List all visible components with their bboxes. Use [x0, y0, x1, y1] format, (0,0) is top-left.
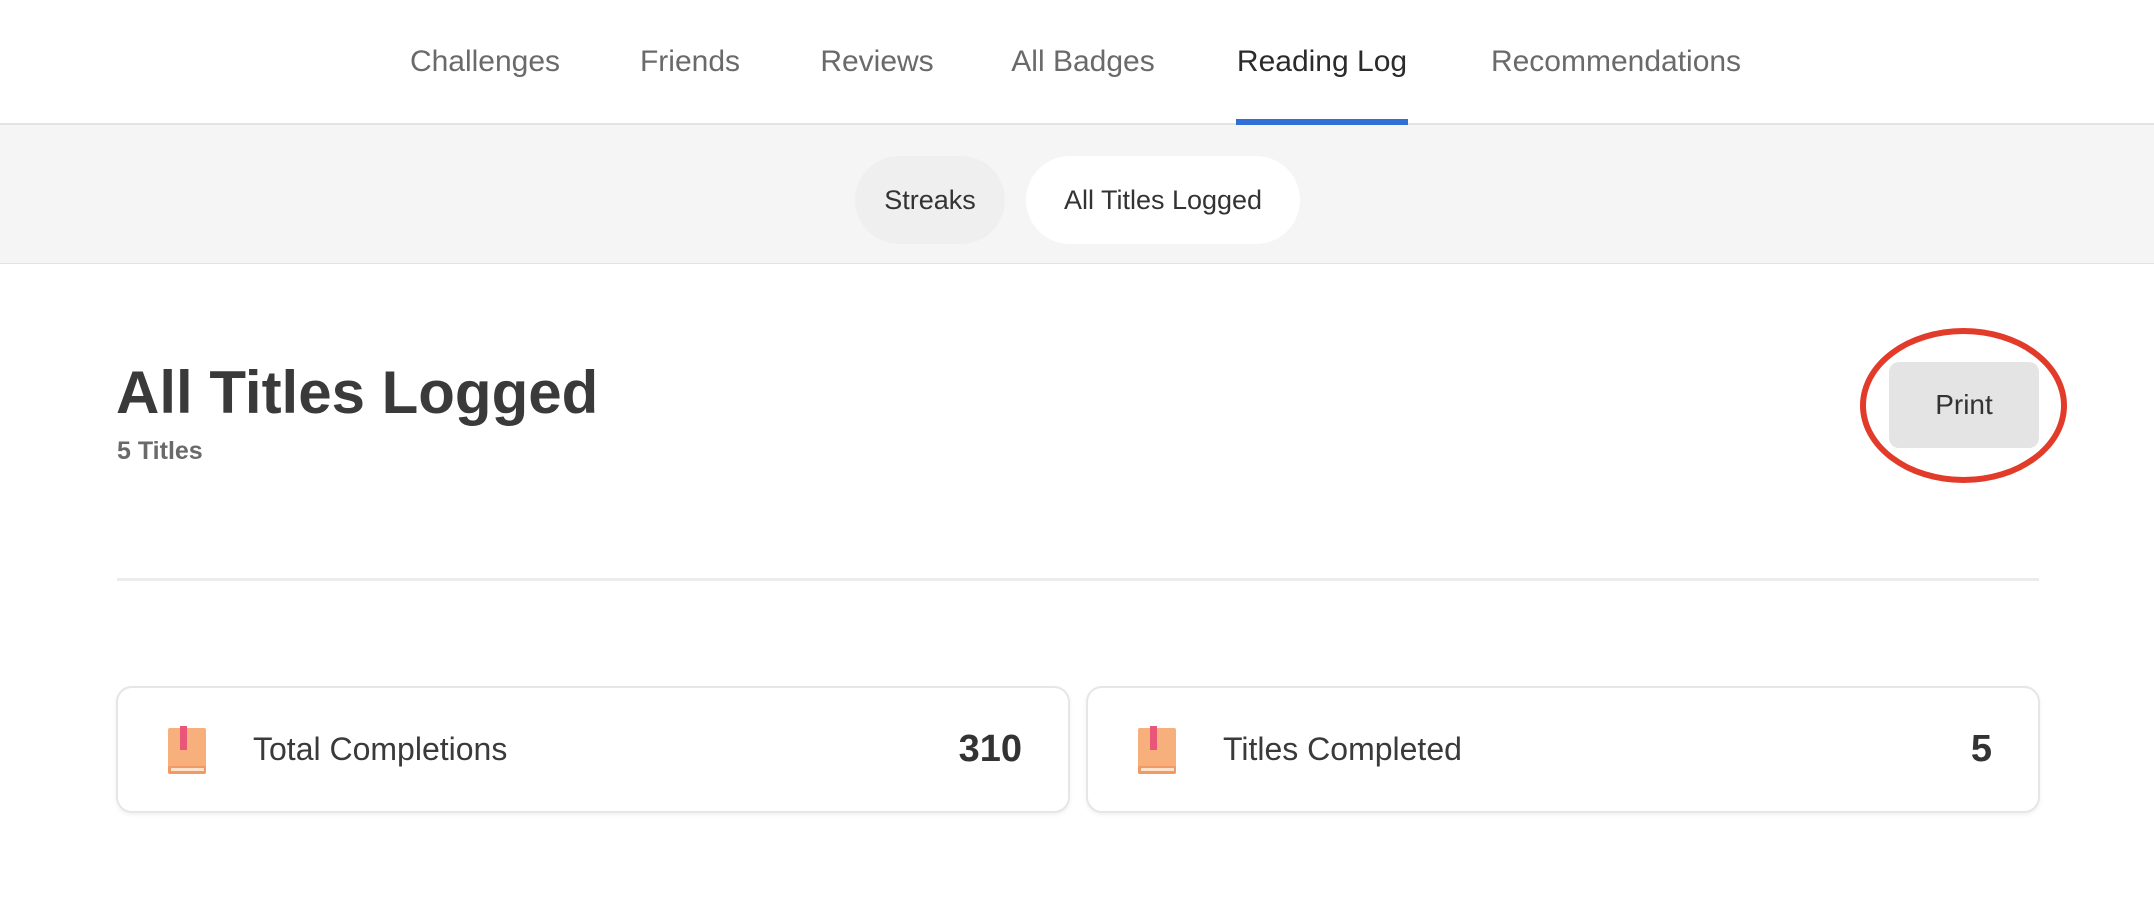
- print-button[interactable]: Print: [1889, 362, 2039, 448]
- title-count: 5 Titles: [117, 437, 203, 465]
- book-icon: [1138, 726, 1176, 774]
- stat-label: Titles Completed: [1223, 731, 1462, 767]
- top-navigation: Challenges Friends Reviews All Badges Re…: [0, 0, 2154, 125]
- stat-card-total-completions: Total Completions 310: [116, 686, 1070, 813]
- stat-value: 5: [1970, 728, 1992, 770]
- stat-value: 310: [958, 728, 1022, 770]
- pill-streaks[interactable]: Streaks: [855, 156, 1005, 244]
- tab-reading-log[interactable]: Reading Log: [1236, 0, 1408, 125]
- tab-reviews[interactable]: Reviews: [810, 0, 944, 124]
- book-icon: [168, 726, 206, 774]
- stat-card-titles-completed: Titles Completed 5: [1086, 686, 2040, 813]
- tab-friends[interactable]: Friends: [628, 0, 752, 124]
- tab-challenges[interactable]: Challenges: [388, 0, 582, 124]
- sub-navigation: Streaks All Titles Logged: [0, 125, 2154, 264]
- tab-recommendations[interactable]: Recommendations: [1484, 0, 1748, 124]
- page-title: All Titles Logged: [116, 359, 599, 426]
- pill-all-titles-logged[interactable]: All Titles Logged: [1026, 156, 1300, 244]
- tab-all-badges[interactable]: All Badges: [1007, 0, 1159, 124]
- stat-label: Total Completions: [253, 731, 508, 767]
- section-divider: [117, 578, 2039, 581]
